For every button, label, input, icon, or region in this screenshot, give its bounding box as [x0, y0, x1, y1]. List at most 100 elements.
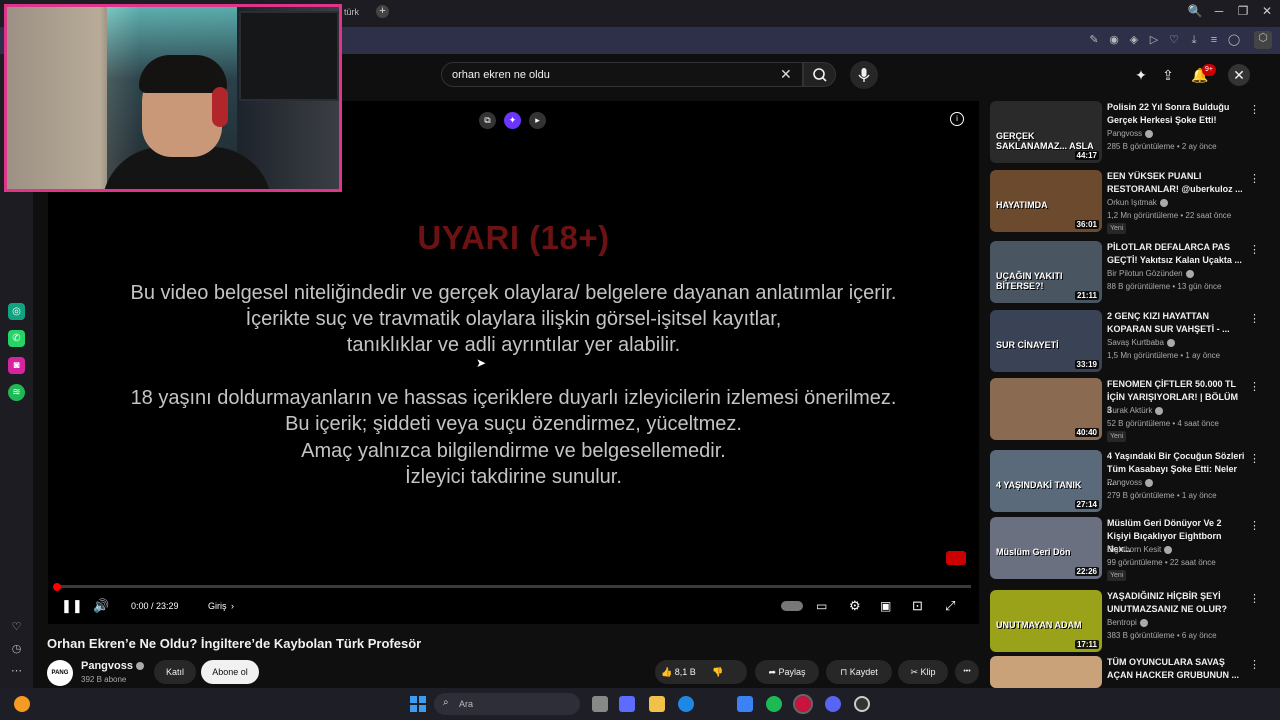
search-tabs-icon[interactable]: 🔍 — [1183, 4, 1207, 18]
maximize-icon[interactable]: ❐ — [1231, 4, 1255, 18]
recommendation-thumbnail[interactable]: HAYATIMDA 36:01 — [990, 170, 1102, 232]
info-icon[interactable]: i — [950, 112, 964, 126]
recommendation-thumbnail[interactable]: 40:40 — [990, 378, 1102, 440]
channel-name[interactable]: Pangvoss — [81, 660, 144, 672]
join-button[interactable]: Katıl — [154, 660, 196, 684]
mail-icon[interactable] — [737, 696, 753, 712]
like-button[interactable]: 👍 8,1 B — [661, 667, 696, 677]
whatsapp-icon[interactable]: ✆ — [8, 330, 25, 347]
recommendation-channel-name[interactable]: Eightborn Kesit — [1107, 545, 1161, 554]
share-button[interactable]: ➦ Paylaş — [755, 660, 819, 684]
more-options-icon[interactable]: ⋮ — [1249, 452, 1260, 465]
miniplayer-icon[interactable]: ⧉ — [479, 112, 496, 129]
recommendation-title[interactable]: YAŞADIĞINIZ HİÇBİR ŞEYİ UNUTMAZSANIZ NE … — [1107, 590, 1245, 616]
minimize-icon[interactable]: ─ — [1207, 4, 1231, 18]
heart-icon[interactable]: ♡ — [9, 620, 24, 633]
new-tab-button[interactable]: + — [376, 5, 389, 18]
steam-icon[interactable] — [854, 696, 870, 712]
search-button[interactable] — [803, 62, 836, 87]
pause-icon[interactable]: ❚❚ — [61, 598, 83, 614]
edge-icon[interactable] — [678, 696, 694, 712]
more-options-icon[interactable]: ⋮ — [1249, 519, 1260, 532]
more-options-icon[interactable]: ⋮ — [1249, 658, 1260, 671]
fullscreen-icon[interactable]: ⤢ — [945, 598, 955, 614]
start-icon[interactable] — [410, 696, 426, 712]
recommendation-title[interactable]: Polisin 22 Yıl Sonra Bulduğu Gerçek Herk… — [1107, 101, 1245, 127]
recommendation-card[interactable]: 40:40 FENOMEN ÇİFTLER 50.000 TL İÇİN YARI… — [990, 378, 1280, 442]
discord-icon[interactable] — [825, 696, 841, 712]
chapter-button[interactable]: Giriş — [208, 601, 227, 611]
subscribe-button[interactable]: Abone ol — [201, 660, 259, 684]
recommendation-thumbnail[interactable]: UNUTMAYAN ADAM 17:11 — [990, 590, 1102, 652]
voice-search-button[interactable] — [850, 61, 878, 89]
camera-icon[interactable]: ◉ — [1107, 33, 1121, 47]
skip-icon[interactable]: ▸ — [529, 112, 546, 129]
cast-icon[interactable]: ⊡ — [912, 598, 923, 614]
recommendation-title[interactable]: PİLOTLAR DEFALARCA PAS GEÇTİ! Yakıtsız K… — [1107, 241, 1245, 267]
file-explorer-icon[interactable] — [649, 696, 665, 712]
task-view-icon[interactable] — [592, 696, 608, 712]
heart-icon[interactable]: ♡ — [1167, 33, 1181, 47]
recommendation-card[interactable]: HAYATIMDA 36:01 EEN YÜKSEK PUANLI RESTORAN… — [990, 170, 1280, 234]
recommendation-channel-name[interactable]: Burak Aktürk — [1107, 406, 1152, 415]
subtitles-icon[interactable]: ▭ — [816, 598, 827, 614]
recommendation-card[interactable]: GERÇEK SAKLANAMAZ... ASLA 44:17 Polisin 22… — [990, 101, 1280, 165]
search-box[interactable]: orhan ekren ne oldu ✕ — [441, 62, 803, 87]
close-window-icon[interactable]: ✕ — [1255, 4, 1279, 18]
create-icon[interactable]: ✦ — [1130, 64, 1152, 86]
recommendation-title[interactable]: 2 GENÇ KIZI HAYATTAN KOPARAN SUR VAHŞETİ… — [1107, 310, 1245, 336]
recommendation-card[interactable]: UNUTMAYAN ADAM 17:11 YAŞADIĞINIZ HİÇBİR ŞE… — [990, 590, 1280, 654]
recommendation-channel[interactable]: Pangvoss — [1107, 478, 1154, 487]
tab-title[interactable]: türk — [344, 7, 359, 17]
menu-icon[interactable]: ≡ — [1207, 33, 1221, 47]
more-actions-button[interactable]: ••• — [955, 660, 979, 684]
recommendation-thumbnail[interactable]: GERÇEK SAKLANAMAZ... ASLA 44:17 — [990, 101, 1102, 163]
more-options-icon[interactable]: ⋮ — [1249, 380, 1260, 393]
recommendation-channel[interactable]: Bir Pilotun Gözünden — [1107, 269, 1194, 278]
play-icon[interactable]: ▷ — [1147, 33, 1161, 47]
chevron-right-icon[interactable]: › — [231, 601, 234, 611]
avatar[interactable]: ✕ — [1228, 64, 1250, 86]
recommendation-channel-name[interactable]: Orkun Işıtmak — [1107, 198, 1157, 207]
recommendation-channel-name[interactable]: Pangvoss — [1107, 478, 1142, 487]
recommendation-card[interactable]: 4 YAŞINDAKİ TANIK 27:14 4 Yaşındaki Bir Ço… — [990, 450, 1280, 514]
recommendation-title[interactable]: TÜM OYUNCULARA SAVAŞ AÇAN HACKER GRUBUNU… — [1107, 656, 1245, 682]
recommendation-card[interactable]: SUR CİNAYETİ 33:19 2 GENÇ KIZI HAYATTAN KO… — [990, 310, 1280, 374]
recommendation-thumbnail[interactable]: 4 YAŞINDAKİ TANIK 27:14 — [990, 450, 1102, 512]
search-input[interactable]: orhan ekren ne oldu — [452, 69, 550, 81]
ai-icon[interactable]: ✦ — [504, 112, 521, 129]
clear-search-icon[interactable]: ✕ — [780, 66, 792, 83]
copilot-icon[interactable] — [619, 696, 635, 712]
more-options-icon[interactable]: ⋮ — [1249, 243, 1260, 256]
recommendation-channel[interactable]: Orkun Işıtmak — [1107, 198, 1168, 207]
autoplay-toggle[interactable] — [781, 601, 803, 611]
spotify-taskbar-icon[interactable] — [766, 696, 782, 712]
shield-icon[interactable]: ◈ — [1127, 33, 1141, 47]
recommendation-thumbnail[interactable]: Müslüm Geri Dön 22:26 — [990, 517, 1102, 579]
profile-icon[interactable]: ◯ — [1227, 33, 1241, 47]
recommendation-thumbnail[interactable] — [990, 656, 1102, 688]
taskbar-search[interactable]: ⌕ Ara — [434, 693, 580, 715]
dislike-button[interactable]: 👎 — [712, 667, 723, 677]
history-icon[interactable]: ◷ — [9, 642, 24, 655]
recommendation-channel-name[interactable]: Pangvoss — [1107, 129, 1142, 138]
more-options-icon[interactable]: ⋮ — [1249, 312, 1260, 325]
progress-bar[interactable] — [56, 585, 971, 588]
recommendation-thumbnail[interactable]: SUR CİNAYETİ 33:19 — [990, 310, 1102, 372]
instagram-icon[interactable]: ◙ — [8, 357, 25, 374]
recommendation-thumbnail[interactable]: UÇAĞIN YAKITI BİTERSE?! 21:11 — [990, 241, 1102, 303]
recommendation-channel[interactable]: Pangvoss — [1107, 129, 1154, 138]
edit-icon[interactable]: ✎ — [1087, 33, 1101, 47]
recommendation-card[interactable]: UÇAĞIN YAKITI BİTERSE?! 21:11 PİLOTLAR DEF… — [990, 241, 1280, 305]
theater-mode-icon[interactable]: ▣ — [880, 598, 891, 614]
upload-icon[interactable]: ⇪ — [1157, 64, 1179, 86]
clip-button[interactable]: ✂ Klip — [898, 660, 948, 684]
more-options-icon[interactable]: ⋮ — [1249, 592, 1260, 605]
volume-icon[interactable]: 🔊 — [93, 598, 109, 614]
save-button[interactable]: ⊓ Kaydet — [826, 660, 892, 684]
recommendation-channel-name[interactable]: Bentropi — [1107, 618, 1137, 627]
recommendation-channel-name[interactable]: Savaş Kurtbaba — [1107, 338, 1164, 347]
recommendation-channel[interactable]: Burak Aktürk — [1107, 406, 1164, 415]
extension-icon[interactable]: ⬡ — [1254, 31, 1272, 49]
weather-icon[interactable] — [14, 696, 30, 712]
